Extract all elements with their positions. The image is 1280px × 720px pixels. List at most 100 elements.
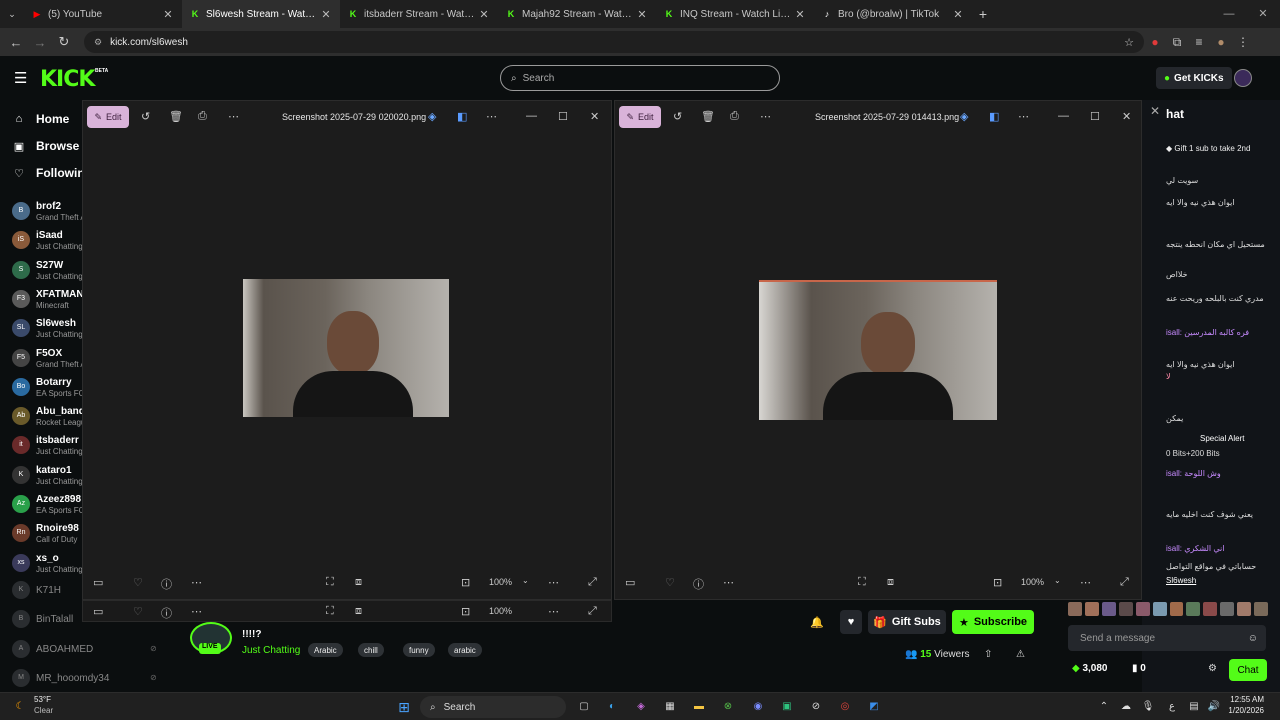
close-icon[interactable]: ✕ — [1150, 104, 1160, 118]
browser-tab[interactable]: K Sl6wesh Stream - Watch Live on Kick✕ — [182, 0, 340, 28]
emote-icon[interactable] — [1068, 602, 1082, 616]
fit-icon[interactable]: ⛶ — [326, 605, 334, 618]
more-icon[interactable]: ⋯ — [548, 576, 559, 589]
url-field[interactable]: ⚙ kick.com/sl6wesh ☆ — [84, 31, 1144, 53]
bookmark-star-icon[interactable]: ☆ — [1124, 36, 1134, 49]
compare-icon[interactable]: ⧈ — [355, 576, 362, 589]
emote-icon[interactable] — [1118, 602, 1133, 616]
stream-category[interactable]: Just Chatting — [242, 645, 300, 656]
stream-tag[interactable]: chill — [358, 643, 384, 657]
close-icon[interactable]: ✕ — [590, 110, 599, 123]
taskbar-search[interactable]: ⌕ Search — [420, 696, 566, 718]
nav-following[interactable]: ♡ Following — [12, 166, 92, 180]
sidebar-channel[interactable]: it itsbaderr Just Chatting — [10, 432, 90, 460]
fit-icon[interactable]: ⛶ — [326, 576, 334, 589]
zoom-level[interactable]: 100% — [1021, 577, 1044, 587]
emote-icon[interactable] — [1084, 602, 1099, 616]
tab-close-icon[interactable]: ✕ — [478, 8, 490, 21]
sidebar-channel[interactable]: S S27W Just Chatting — [10, 257, 90, 285]
tab-close-icon[interactable]: ✕ — [636, 8, 648, 21]
minimize-icon[interactable]: — — [1212, 0, 1246, 28]
favorite-icon[interactable]: ♡ — [133, 605, 143, 618]
network-icon[interactable]: ▤ — [1186, 699, 1202, 715]
sidebar-channel[interactable]: iS iSaad Just Chatting — [10, 227, 90, 255]
copilot-icon[interactable]: ◈ — [633, 699, 649, 715]
emoji-icon[interactable]: ☺ — [1248, 633, 1258, 644]
filmstrip-icon[interactable]: ▭ — [625, 576, 635, 589]
stream-tag[interactable]: funny — [403, 643, 435, 657]
expand-icon[interactable]: ⤢ — [1120, 576, 1129, 589]
forward-icon[interactable]: → — [28, 35, 52, 50]
cloud-icon[interactable]: ☁ — [1118, 699, 1134, 715]
app-icon[interactable]: ▣ — [779, 699, 795, 715]
copilot-icon[interactable]: ◈ — [960, 110, 968, 123]
browser-tab[interactable]: K INQ Stream - Watch Live on Kick✕ — [656, 0, 814, 28]
more-icon[interactable]: ⋯ — [760, 110, 771, 123]
browser-tab[interactable]: ♪ Bro (@broalw) | TikTok ✕ — [814, 0, 972, 28]
delete-icon[interactable]: 🗑 — [701, 110, 715, 123]
windows-start-icon[interactable]: ⊞ — [396, 699, 412, 715]
more-icon[interactable]: ⋯ — [548, 605, 559, 618]
emote-icon[interactable] — [1220, 602, 1235, 616]
expand-icon[interactable]: ⤢ — [588, 605, 597, 618]
delete-icon[interactable]: 🗑 — [169, 110, 183, 123]
fit-icon[interactable]: ⛶ — [858, 576, 866, 589]
sidebar-channel[interactable]: F5 F5OX Grand Theft Auto V — [10, 345, 104, 373]
minimize-icon[interactable]: — — [526, 110, 537, 122]
stream-tag[interactable]: arabic — [448, 643, 482, 657]
rotate-icon[interactable]: ↺ — [141, 110, 150, 123]
edge-icon[interactable]: ◐ — [604, 699, 620, 715]
tab-search-icon[interactable]: ⌄ — [0, 9, 24, 20]
favorite-icon[interactable]: ♡ — [133, 576, 143, 589]
store-icon[interactable]: ▦ — [662, 699, 678, 715]
sidebar-channel[interactable]: F3 XFATMAN Minecraft — [10, 286, 90, 314]
discord-icon[interactable]: ◉ — [750, 699, 766, 715]
file-explorer-icon[interactable]: ▬ — [691, 699, 707, 715]
print-icon[interactable]: ⎙ — [198, 110, 207, 123]
maximize-icon[interactable]: ☐ — [558, 110, 568, 123]
reading-list-icon[interactable]: ≡ — [1188, 35, 1210, 49]
gift-subs-button[interactable]: 🎁 Gift Subs — [868, 610, 946, 634]
actual-size-icon[interactable]: ⊡ — [461, 576, 470, 589]
sidebar-channel-offline[interactable]: BBinTalall⊘ — [10, 606, 157, 634]
app-icon[interactable]: ⊘ — [808, 699, 824, 715]
keyboard-layout-icon[interactable]: ع — [1164, 699, 1180, 715]
tab-close-icon[interactable]: ✕ — [320, 8, 332, 21]
emote-icon[interactable] — [1169, 602, 1184, 616]
designer-icon[interactable]: ◧ — [457, 110, 467, 123]
weather-icon[interactable]: ☾ — [12, 699, 28, 715]
photo-viewer-window-1[interactable]: ✎ Edit ↺ 🗑 ⎙ ⋯ Screenshot 2025-07-29 0200… — [82, 100, 612, 600]
follow-heart-icon[interactable]: ♥ — [840, 610, 862, 634]
filmstrip-icon[interactable]: ▭ — [93, 576, 103, 589]
get-kicks-button[interactable]: ● Get KICKs — [1156, 67, 1232, 89]
browser-tab[interactable]: K Majah92 Stream - Watch Live on Kick✕ — [498, 0, 656, 28]
close-window-icon[interactable]: ✕ — [1246, 0, 1280, 28]
new-tab-button[interactable]: + — [972, 6, 994, 22]
chat-message-input[interactable]: Send a message ☺ — [1068, 625, 1266, 651]
chevron-up-icon[interactable]: ⌃ — [1096, 699, 1112, 715]
more-icon[interactable]: ⋯ — [191, 605, 202, 618]
volume-icon[interactable]: 🔊 — [1206, 699, 1222, 715]
actual-size-icon[interactable]: ⊡ — [993, 576, 1002, 589]
emote-icon[interactable] — [1152, 602, 1167, 616]
tab-close-icon[interactable]: ✕ — [794, 8, 806, 21]
microphone-icon[interactable]: 🎙 — [1140, 699, 1156, 715]
kick-logo[interactable]: KICK — [40, 67, 95, 92]
sidebar-channel[interactable]: Bbrof2 Grand Theft Auto V — [10, 198, 104, 226]
task-view-icon[interactable]: ▢ — [576, 699, 592, 715]
sidebar-channel[interactable]: Rn Rnoire98 Call of Duty — [10, 520, 90, 548]
zoom-level[interactable]: 100% — [489, 606, 512, 616]
info-icon[interactable]: ⓘ — [693, 576, 704, 592]
kicks-balance[interactable]: ▮ 0 — [1132, 663, 1146, 674]
profile-avatar[interactable]: ● — [1210, 35, 1232, 49]
actual-size-icon[interactable]: ⊡ — [461, 605, 470, 618]
back-icon[interactable]: ← — [4, 35, 28, 50]
more-icon[interactable]: ⋯ — [723, 576, 734, 589]
emote-icon[interactable] — [1203, 602, 1218, 616]
emote-icon[interactable] — [1254, 602, 1269, 616]
xbox-icon[interactable]: ⊗ — [720, 699, 736, 715]
copilot-icon[interactable]: ◈ — [428, 110, 436, 123]
tab-close-icon[interactable]: ✕ — [162, 8, 174, 21]
rotate-icon[interactable]: ↺ — [673, 110, 682, 123]
emote-icon[interactable] — [1101, 602, 1116, 616]
